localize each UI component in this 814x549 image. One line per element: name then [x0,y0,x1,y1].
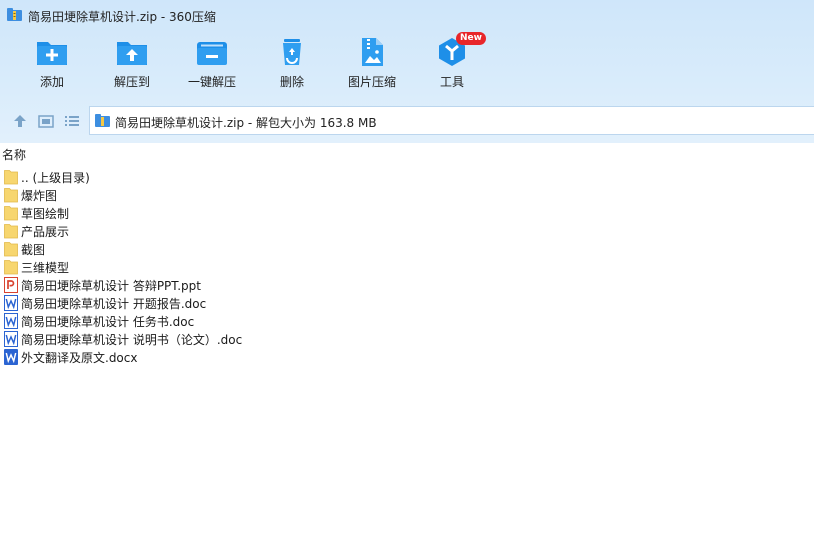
title-bar: 简易田埂除草机设计.zip - 360压缩 [0,0,814,30]
folder-icon [4,224,18,239]
file-row[interactable]: 简易田埂除草机设计 答辩PPT.ppt [0,276,814,294]
column-header-name[interactable]: 名称 [0,146,814,164]
image-compress-label: 图片压缩 [347,75,396,89]
word-docx-icon [4,349,18,365]
one-click-extract-label: 一键解压 [187,75,236,89]
folder-icon [4,260,18,275]
top-chrome: 简易田埂除草机设计.zip - 360压缩 添加 解压到 一键解压 删除 图片压… [0,0,814,143]
file-row[interactable]: 简易田埂除草机设计 说明书（论文）.doc [0,330,814,348]
folder-icon [4,170,18,185]
file-name: .. (上级目录) [21,171,90,185]
folder-icon [4,188,18,203]
one-click-extract-button[interactable]: 一键解压 [172,36,252,90]
file-list: 名称 .. (上级目录) 爆炸图草图绘制产品展示截图三维模型简易田埂除草机设计 答… [0,143,814,549]
file-name: 爆炸图 [21,189,58,203]
word-file-icon [4,295,18,311]
file-name: 简易田埂除草机设计 答辩PPT.ppt [21,279,201,293]
path-box[interactable]: 简易田埂除草机设计.zip - 解包大小为 163.8 MB [89,106,814,135]
file-name: 简易田埂除草机设计 开题报告.doc [21,297,207,311]
delete-label: 删除 [279,75,304,89]
file-rows: .. (上级目录) 爆炸图草图绘制产品展示截图三维模型简易田埂除草机设计 答辩PP… [0,168,814,366]
word-file-icon [4,313,18,329]
new-badge: New [456,32,486,45]
one-click-extract-icon [197,42,227,65]
file-name: 草图绘制 [21,207,70,221]
navigation-bar: 简易田埂除草机设计.zip - 解包大小为 163.8 MB [0,106,814,136]
extract-to-label: 解压到 [113,75,150,89]
thumbnail-view-icon[interactable] [37,112,55,130]
folder-row[interactable]: 草图绘制 [0,204,814,222]
recycle-bin-icon [283,39,301,65]
file-row[interactable]: 外文翻译及原文.docx [0,348,814,366]
zip-app-icon [7,8,22,21]
zip-archive-icon [95,114,110,127]
add-button[interactable]: 添加 [12,36,92,90]
file-name: 截图 [21,243,46,257]
delete-button[interactable]: 删除 [252,36,332,90]
path-text: 简易田埂除草机设计.zip - 解包大小为 163.8 MB [115,116,377,130]
extract-to-icon [117,42,147,65]
file-name: 产品展示 [21,225,70,239]
folder-row[interactable]: .. (上级目录) [0,168,814,186]
toolbar: 添加 解压到 一键解压 删除 图片压缩 New 工具 [0,32,814,98]
extract-to-button[interactable]: 解压到 [92,36,172,90]
up-arrow-icon[interactable] [11,112,29,130]
image-compress-icon [362,38,383,66]
folder-icon [4,206,18,221]
file-row[interactable]: 简易田埂除草机设计 任务书.doc [0,312,814,330]
file-name: 简易田埂除草机设计 任务书.doc [21,315,195,329]
folder-icon [4,242,18,257]
ppt-file-icon [4,277,18,293]
file-name: 外文翻译及原文.docx [21,351,138,365]
list-view-icon[interactable] [63,112,81,130]
folder-row[interactable]: 三维模型 [0,258,814,276]
folder-row[interactable]: 截图 [0,240,814,258]
word-file-icon [4,331,18,347]
file-name: 三维模型 [21,261,70,275]
image-compress-button[interactable]: 图片压缩 [332,36,412,90]
tools-button[interactable]: New 工具 [412,32,492,90]
add-label: 添加 [39,75,64,89]
tools-label: 工具 [439,75,464,89]
file-name: 简易田埂除草机设计 说明书（论文）.doc [21,333,243,347]
folder-row[interactable]: 爆炸图 [0,186,814,204]
file-row[interactable]: 简易田埂除草机设计 开题报告.doc [0,294,814,312]
window-title: 简易田埂除草机设计.zip - 360压缩 [28,10,216,24]
add-folder-icon [37,42,67,65]
folder-row[interactable]: 产品展示 [0,222,814,240]
